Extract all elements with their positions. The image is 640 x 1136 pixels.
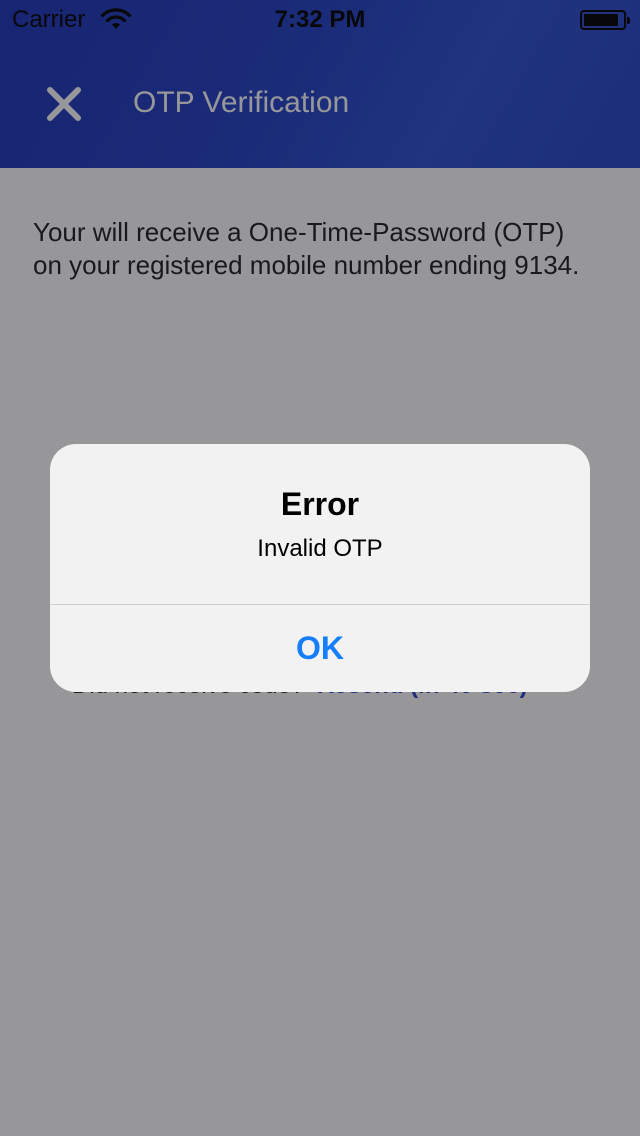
- alert-message: Invalid OTP: [257, 535, 383, 562]
- error-alert: Error Invalid OTP OK: [50, 444, 590, 692]
- alert-title: Error: [280, 486, 360, 522]
- otp-verification-screen: Carrier 7:32 PM OTP Verification Your wi…: [0, 0, 640, 1136]
- ok-button[interactable]: OK: [50, 605, 590, 692]
